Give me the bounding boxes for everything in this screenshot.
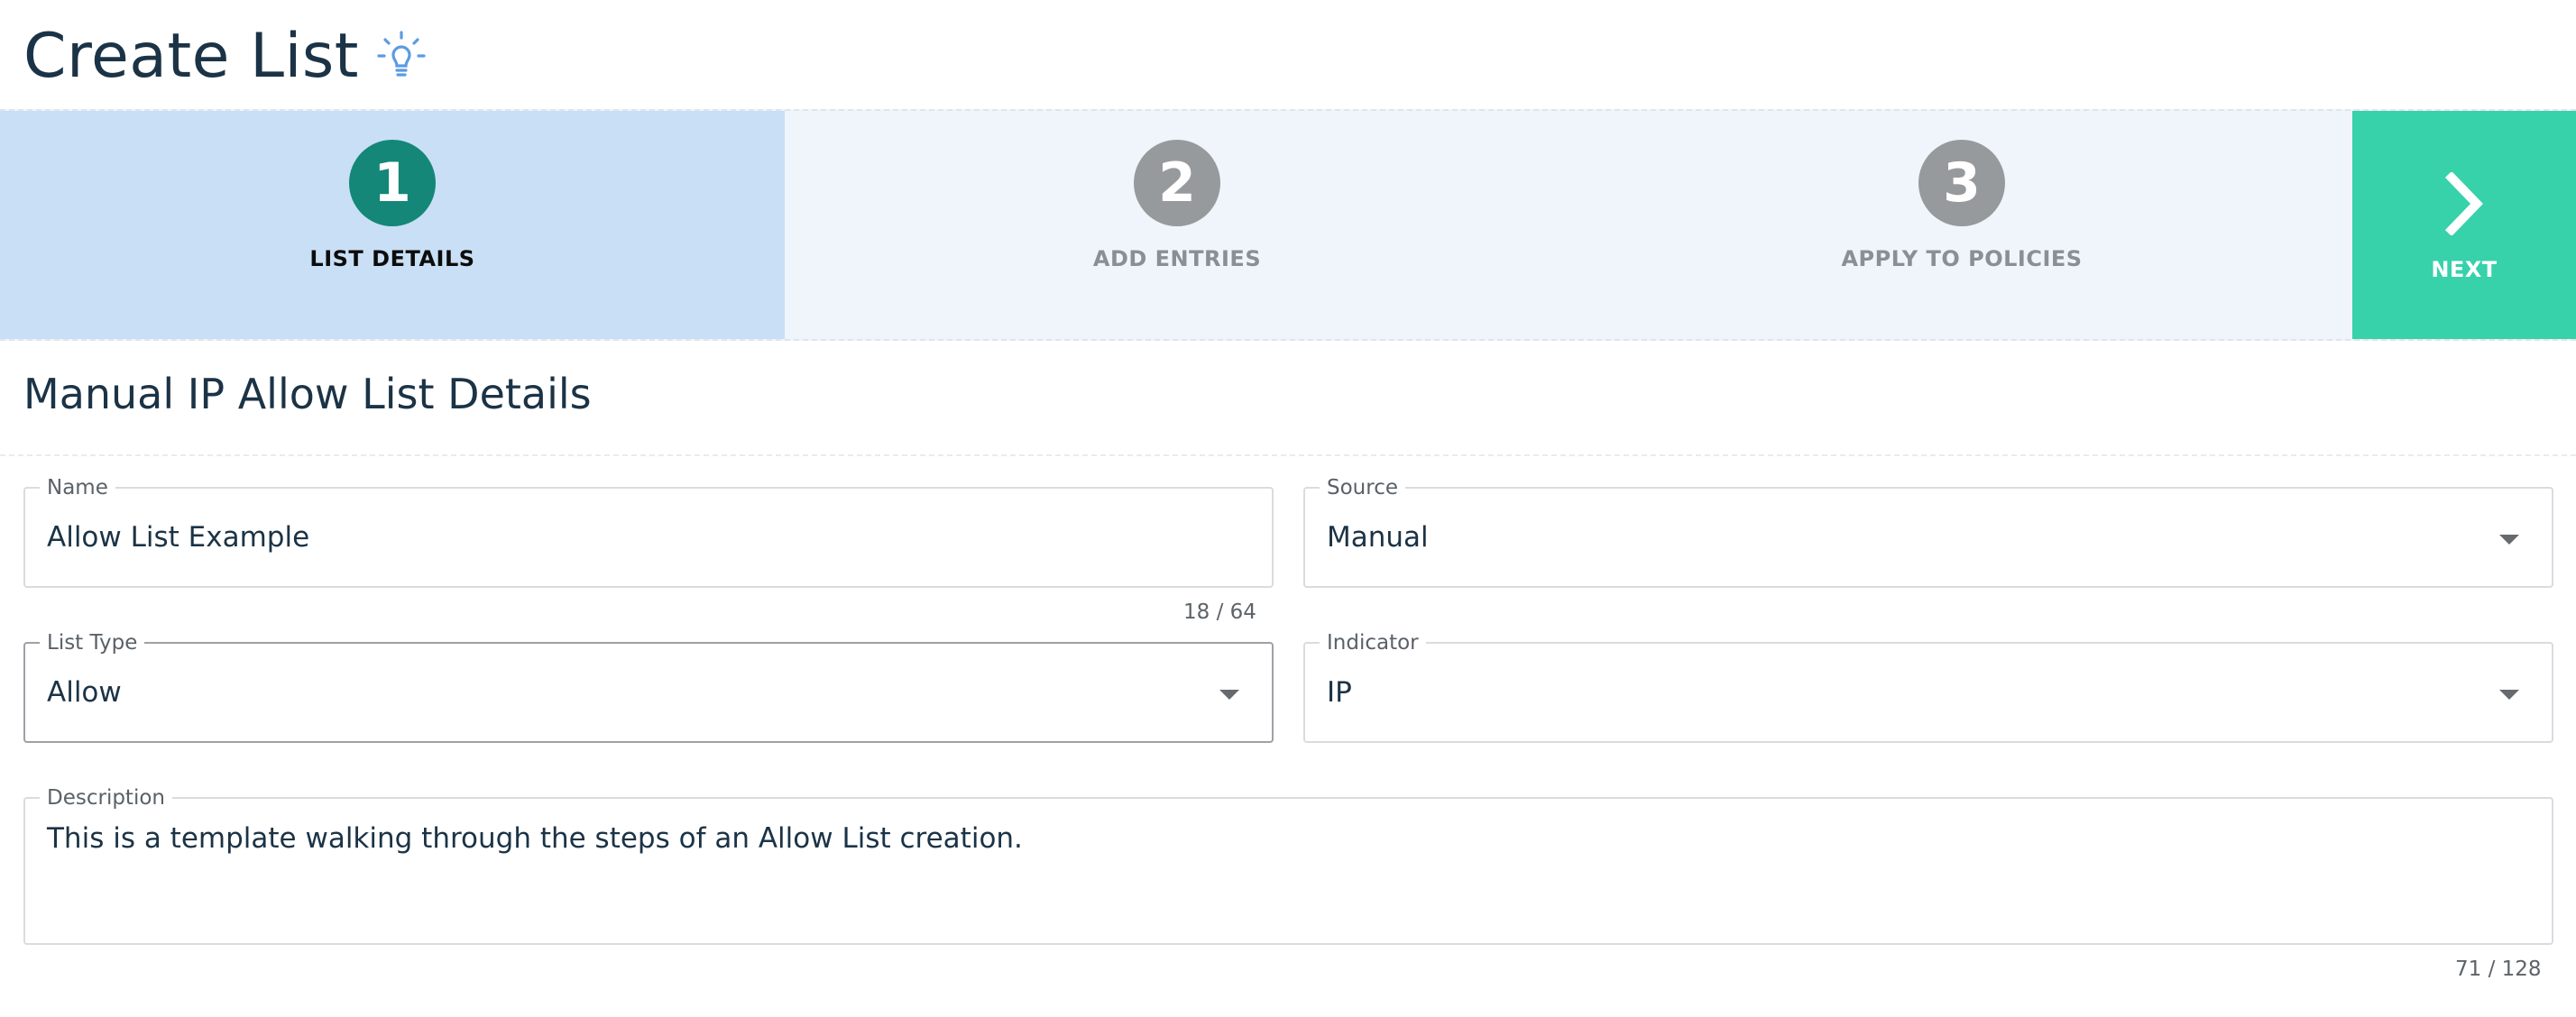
list-type-select-label: List Type [40, 631, 145, 655]
chevron-down-icon [2499, 690, 2519, 700]
indicator-select-value: IP [1327, 676, 1352, 709]
step-label: APPLY TO POLICIES [1841, 246, 2083, 271]
step-label: ADD ENTRIES [1092, 246, 1262, 271]
source-select-value: Manual [1327, 521, 1429, 554]
source-select-label: Source [1320, 476, 1405, 499]
next-button-label: NEXT [2431, 256, 2498, 282]
description-field-label: Description [40, 786, 172, 810]
next-button[interactable]: NEXT [2352, 111, 2576, 339]
indicator-select-label: Indicator [1320, 631, 1426, 655]
section-title: Manual IP Allow List Details [23, 370, 592, 418]
name-field-value: Allow List Example [47, 521, 310, 554]
lightbulb-icon[interactable] [375, 30, 428, 82]
stepper: 1 LIST DETAILS 2 ADD ENTRIES 3 APPLY TO … [0, 109, 2576, 341]
step-list-details[interactable]: 1 LIST DETAILS [0, 111, 785, 339]
source-select[interactable]: Source Manual [1303, 476, 2553, 588]
indicator-select[interactable]: Indicator IP [1303, 631, 2553, 743]
description-field-value: This is a template walking through the s… [47, 822, 1023, 855]
name-char-counter: 18 / 64 [1183, 600, 1256, 624]
create-list-page: Create List 1 LIST DETAILS 2 ADD ENTRIES… [0, 0, 2576, 1017]
section-divider [0, 454, 2576, 456]
chevron-down-icon [2499, 535, 2519, 545]
list-type-select[interactable]: List Type Allow [23, 631, 1274, 743]
step-number-badge: 3 [1918, 140, 2005, 226]
step-apply-to-policies[interactable]: 3 APPLY TO POLICIES [1569, 111, 2354, 339]
step-number-badge: 1 [349, 140, 436, 226]
chevron-down-icon [1219, 690, 1239, 700]
list-type-select-value: Allow [47, 676, 122, 709]
description-field[interactable]: Description This is a template walking t… [23, 786, 2553, 945]
description-char-counter: 71 / 128 [2455, 957, 2542, 981]
step-label: LIST DETAILS [309, 246, 475, 271]
name-field[interactable]: Name Allow List Example [23, 476, 1274, 588]
name-field-label: Name [40, 476, 115, 499]
step-number-badge: 2 [1134, 140, 1220, 226]
page-title: Create List [23, 20, 359, 92]
step-add-entries[interactable]: 2 ADD ENTRIES [785, 111, 1569, 339]
chevron-right-icon [2444, 171, 2483, 235]
page-header: Create List [23, 11, 428, 101]
